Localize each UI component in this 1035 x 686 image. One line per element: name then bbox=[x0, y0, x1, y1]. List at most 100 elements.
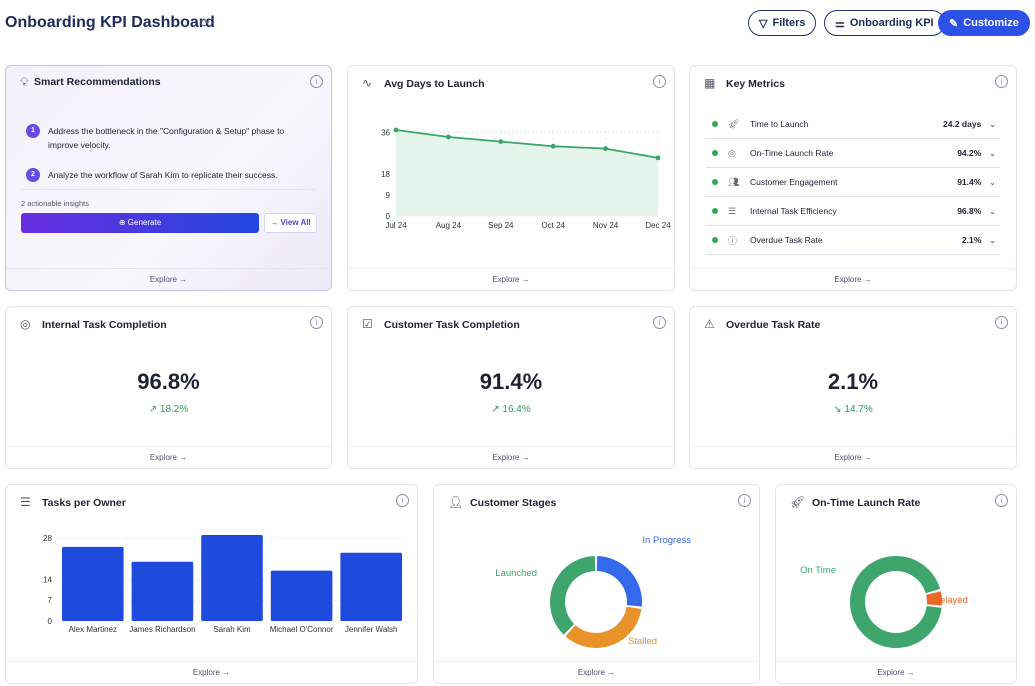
kpi-card-overdue: ⚠ Overdue Task Rate i 2.1% ↘ 14.7% Explo… bbox=[689, 306, 1017, 469]
metric-value: 91.4% bbox=[957, 177, 982, 187]
bar bbox=[62, 546, 124, 621]
explore-link[interactable]: Explore → bbox=[690, 446, 1016, 468]
slice-label: Launched bbox=[495, 568, 537, 579]
metric-row[interactable]: ☰ Internal Task Efficiency 96.8% ⌄ bbox=[706, 197, 1000, 226]
x-tick-label: James Richardson bbox=[129, 625, 195, 634]
line-chart: 0 9 18 36 Jul 24 Aug 24 Sep 24 Oct 24 Nov 24 Dec … bbox=[381, 127, 671, 230]
info-icon[interactable]: i bbox=[653, 316, 666, 329]
card-title: Customer Task Completion bbox=[384, 319, 520, 331]
generate-button[interactable]: ⊕ Generate bbox=[21, 213, 259, 233]
y-tick-label: 28 bbox=[43, 534, 52, 543]
explore-link[interactable]: Explore → bbox=[690, 268, 1016, 290]
customize-label: Customize bbox=[963, 17, 1019, 29]
donut-slice bbox=[550, 556, 596, 635]
info-icon[interactable]: i bbox=[995, 316, 1008, 329]
metric-label: On-Time Launch Rate bbox=[750, 148, 834, 158]
customize-button[interactable]: ✎ Customize bbox=[938, 10, 1030, 36]
explore-link[interactable]: Explore → bbox=[6, 268, 331, 290]
kpi-trend: ↗ 18.2% bbox=[6, 404, 331, 415]
grid-icon: ▦ bbox=[704, 76, 716, 90]
explore-link[interactable]: Explore → bbox=[776, 661, 1016, 683]
metric-label: Time to Launch bbox=[750, 119, 809, 129]
page-title: Onboarding KPI Dashboard bbox=[5, 14, 215, 31]
metric-row[interactable]: 👥︎ Customer Engagement 91.4% ⌄ bbox=[706, 168, 1000, 197]
explore-link[interactable]: Explore → bbox=[6, 446, 331, 468]
user-check-icon: 👤︎ bbox=[448, 495, 464, 509]
trend-value: 18.2% bbox=[159, 404, 189, 415]
recommendation-text: Analyze the workflow of Sarah Kim to rep… bbox=[48, 170, 278, 180]
chevron-down-icon[interactable]: ⌄ bbox=[989, 120, 996, 129]
recommendation-text: Address the bottleneck in the "Configura… bbox=[48, 126, 285, 150]
x-tick-label: Alex Martinez bbox=[69, 625, 117, 634]
info-icon[interactable]: i bbox=[995, 494, 1008, 507]
on-time-launch-card: 🚀︎ On-Time Launch Rate i Delayed On Time … bbox=[775, 484, 1017, 684]
list-check-icon: ☰ bbox=[728, 205, 737, 216]
data-point bbox=[655, 155, 661, 161]
activity-icon: ∿ bbox=[362, 76, 373, 90]
view-all-button[interactable]: → View All bbox=[264, 213, 317, 233]
card-title: Key Metrics bbox=[726, 78, 785, 90]
trend-down-icon: ↘ bbox=[833, 404, 842, 415]
card-title: Internal Task Completion bbox=[42, 319, 167, 331]
slice-label: Stalled bbox=[628, 636, 657, 647]
trend-up-icon: ↗ bbox=[148, 404, 158, 415]
info-icon[interactable]: i bbox=[396, 494, 409, 507]
y-tick-label: 7 bbox=[48, 596, 53, 605]
alert-circle-icon: ⓘ bbox=[728, 235, 738, 246]
chevron-down-icon[interactable]: ⌄ bbox=[989, 149, 996, 158]
explore-link[interactable]: Explore → bbox=[434, 661, 759, 683]
metric-row[interactable]: ⓘ Overdue Task Rate 2.1% ⌄ bbox=[706, 226, 1000, 255]
recommendation-item: 2 Analyze the workflow of Sarah Kim to re… bbox=[26, 168, 316, 182]
bar bbox=[201, 535, 263, 621]
info-icon[interactable]: i bbox=[653, 75, 666, 88]
info-icon[interactable]: i bbox=[995, 75, 1008, 88]
donut-chart: Delayed On Time bbox=[800, 556, 968, 648]
explore-link[interactable]: Explore → bbox=[6, 661, 417, 683]
chevron-down-icon[interactable]: ⌄ bbox=[989, 207, 996, 216]
kpi-value: 91.4% bbox=[479, 369, 543, 394]
slice-label: Delayed bbox=[933, 595, 968, 606]
checkbox-icon: ☑ bbox=[362, 317, 373, 331]
step-number: 1 bbox=[26, 124, 40, 138]
explore-link[interactable]: Explore → bbox=[348, 268, 674, 290]
generate-label: Generate bbox=[127, 218, 162, 227]
explore-link[interactable]: Explore → bbox=[348, 446, 674, 468]
data-point bbox=[498, 139, 504, 145]
trend-value: 14.7% bbox=[844, 404, 873, 415]
check-circle-icon: ◎ bbox=[20, 317, 31, 331]
chevron-down-icon[interactable]: ⌄ bbox=[989, 178, 996, 187]
kpi-value: 96.8% bbox=[137, 369, 200, 394]
chevron-down-icon[interactable]: ⌄ bbox=[989, 236, 996, 245]
status-dot bbox=[712, 208, 718, 214]
card-title: Tasks per Owner bbox=[42, 497, 126, 509]
edit-icon: ✎ bbox=[949, 17, 959, 30]
onboarding-kpi-button[interactable]: ⚌ Onboarding KPI bbox=[824, 10, 945, 36]
metric-row[interactable]: 🚀︎ Time to Launch 24.2 days ⌄ bbox=[706, 110, 1000, 139]
metric-row[interactable]: ◎ On-Time Launch Rate 94.2% ⌄ bbox=[706, 139, 1000, 168]
kpi-card-customer: ☑ Customer Task Completion i 91.4% ↗ 16.… bbox=[347, 306, 675, 469]
lightbulb-icon: 💡︎ bbox=[20, 75, 29, 89]
card-title: Overdue Task Rate bbox=[726, 319, 821, 331]
recommendation-item: 1 Address the bottleneck in the "Configur… bbox=[26, 124, 316, 152]
kpi-trend: ↗ 16.4% bbox=[348, 404, 674, 415]
x-tick-label: Nov 24 bbox=[593, 221, 619, 230]
x-tick-label: Aug 24 bbox=[436, 221, 462, 230]
kpi-card-internal: ◎ Internal Task Completion i 96.8% ↗ 18.… bbox=[5, 306, 332, 469]
metric-label: Overdue Task Rate bbox=[750, 235, 823, 245]
x-tick-label: Sep 24 bbox=[488, 221, 514, 230]
warning-icon: ⚠ bbox=[704, 317, 715, 331]
bar bbox=[131, 561, 194, 621]
status-dot bbox=[712, 150, 718, 156]
kpi-label: Onboarding KPI bbox=[849, 17, 934, 29]
x-tick-label: Dec 24 bbox=[645, 221, 671, 230]
info-icon[interactable]: i bbox=[310, 316, 323, 329]
data-point bbox=[550, 143, 556, 149]
status-dot bbox=[712, 121, 718, 127]
filters-button[interactable]: ▽ Filters bbox=[748, 10, 817, 36]
filters-label: Filters bbox=[772, 17, 806, 29]
info-icon[interactable]: i bbox=[738, 494, 751, 507]
data-point bbox=[446, 134, 451, 140]
info-icon[interactable]: i bbox=[310, 75, 323, 88]
refresh-icon[interactable]: ⟳ bbox=[200, 16, 210, 30]
bar bbox=[340, 552, 402, 621]
